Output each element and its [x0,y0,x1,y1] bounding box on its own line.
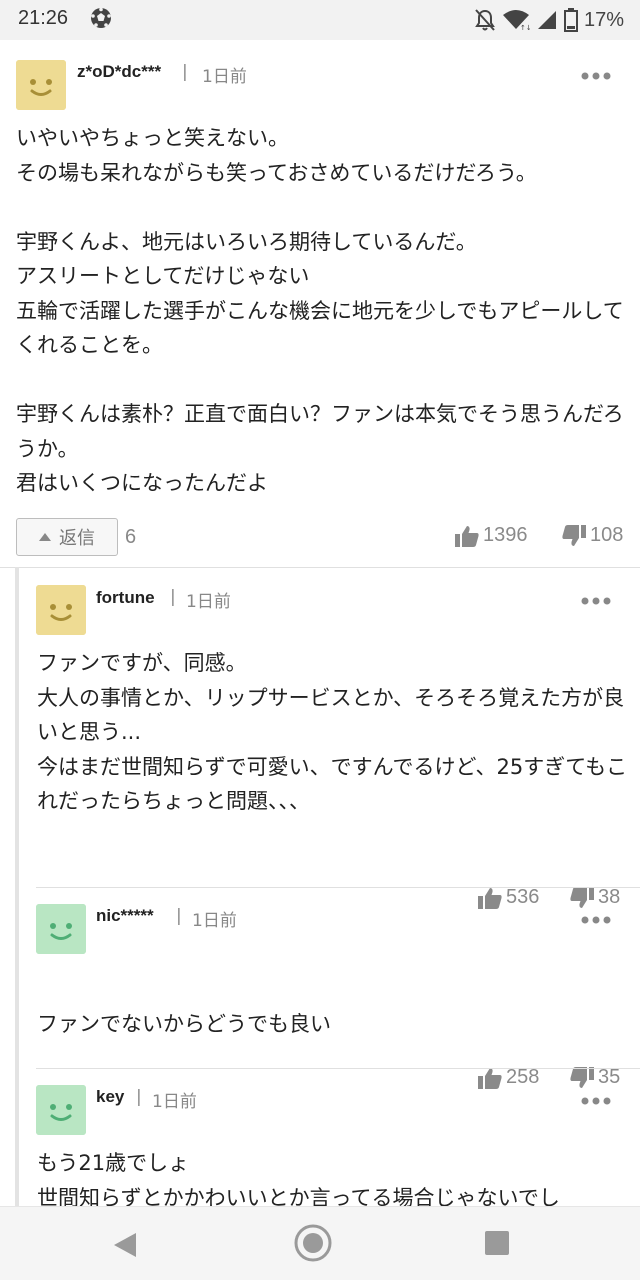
reply-body: ファンでないからどうでも良い [37,1012,331,1036]
dislike-button[interactable]: 108 [562,524,623,547]
thumbs-up-icon [478,1067,502,1089]
divider [36,1068,640,1069]
reply-time: 1日前 [192,911,237,931]
reply-thread-line [15,567,19,1206]
more-options-icon[interactable] [580,596,612,606]
thumbs-up-icon [455,525,479,547]
separator: | [176,906,182,926]
more-options-icon[interactable] [580,71,612,81]
reply-username[interactable]: key [96,1087,124,1107]
like-button[interactable]: 258 [478,1066,539,1089]
reply-time: 1日前 [186,592,231,612]
notifications-off-icon [475,9,495,31]
more-options-icon[interactable] [580,1096,612,1106]
comment-feed[interactable]: z*oD*dc*** | 1日前 いやいやちょっと笑えない。 その場も呆れながら… [0,44,640,1206]
dislike-count: 38 [598,886,621,908]
back-icon[interactable] [112,1231,138,1259]
separator: | [182,62,188,82]
reply-button[interactable]: 返信 [16,518,118,556]
system-nav-bar [0,1206,640,1280]
like-count: 1396 [483,524,528,546]
avatar-smiley-icon [36,904,86,954]
more-options-icon[interactable] [580,915,612,925]
dislike-count: 108 [590,524,624,546]
comment-time: 1日前 [202,67,247,87]
avatar-smiley-icon [36,585,86,635]
like-button[interactable]: 536 [478,886,539,909]
like-count: 536 [506,886,540,908]
thumbs-down-icon [570,886,594,908]
separator: | [170,587,176,607]
soccer-ball-icon [91,7,111,28]
battery-percent: 17% [583,8,624,31]
status-time: 21:26 [18,7,69,29]
svg-text:↑↓: ↑↓ [520,24,530,31]
divider [36,887,640,888]
dislike-count: 35 [598,1066,621,1088]
comment-body: いやいやちょっと笑えない。 その場も呆れながらも笑っておさめているだけだろう。 … [16,126,624,495]
like-count: 258 [506,1066,540,1088]
status-icons: ↑↓ 17% [474,6,624,34]
comment-username[interactable]: z*oD*dc*** [77,62,161,82]
thumbs-down-icon [570,1066,594,1088]
thumbs-down-icon [562,524,586,546]
reply-label: 返信 [59,528,95,549]
thumbs-up-icon [478,887,502,909]
reply-body: もう21歳でしょ 世間知らずとかかわいいとか言ってる場合じゃないでし [37,1151,560,1206]
avatar-smiley-icon [36,1085,86,1135]
reply-body: ファンですが、同感。 大人の事情とか、リップサービスとか、そろそろ覚えた方が良い… [37,651,628,813]
signal-icon [537,11,556,29]
reply-count: 6 [125,526,137,548]
battery-icon [563,8,578,32]
recent-apps-icon[interactable] [484,1230,510,1256]
avatar-smiley-icon [16,60,66,110]
chevron-up-icon [39,533,51,541]
reply-username[interactable]: nic***** [96,906,154,926]
separator: | [136,1087,142,1107]
dislike-button[interactable]: 38 [570,886,620,909]
wifi-icon: ↑↓ [502,10,530,31]
like-button[interactable]: 1396 [455,524,528,547]
reply-time: 1日前 [152,1092,197,1112]
divider [0,567,640,568]
dislike-button[interactable]: 35 [570,1066,620,1089]
status-bar: 21:26 ↑↓ 17% [0,0,640,40]
home-icon[interactable] [293,1223,333,1263]
reply-username[interactable]: fortune [96,588,155,608]
